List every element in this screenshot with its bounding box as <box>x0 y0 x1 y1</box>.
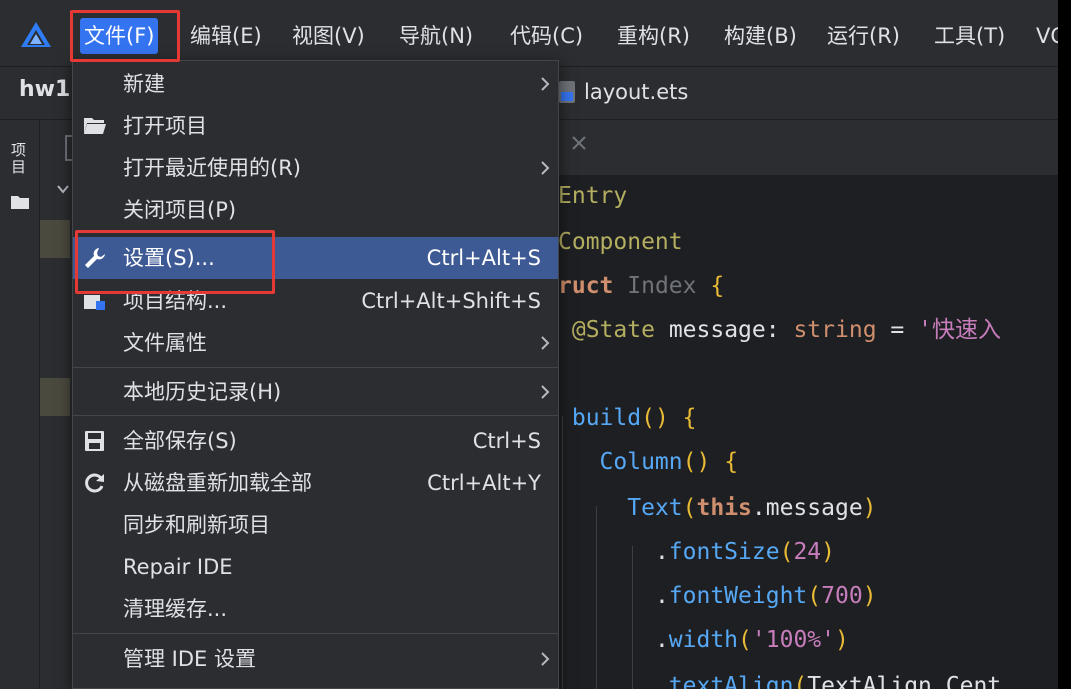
menu-file[interactable]: 文件(F) <box>80 18 159 54</box>
file-tab-label: layout.ets <box>584 80 689 104</box>
code-line: Column() { <box>599 449 739 475</box>
menu-item-close-project[interactable]: 关闭项目(P) <box>73 189 558 231</box>
menu-item-local-history[interactable]: 本地历史记录(H) <box>73 371 558 413</box>
menu-build[interactable]: 构建(B) <box>724 18 797 54</box>
menu-separator <box>73 415 558 416</box>
menu-item-project-structure[interactable]: 项目结构... Ctrl+Alt+Shift+S <box>73 280 558 322</box>
menu-vcs[interactable]: VC <box>1036 18 1058 54</box>
code-line: Text(this.message) <box>627 495 877 521</box>
menu-item-file-properties[interactable]: 文件属性 <box>73 322 558 364</box>
chevron-right-icon <box>541 385 550 399</box>
file-menu-dropdown: 新建 打开项目 打开最近使用的(R) 关闭项目(P) 设置(S)... Ctrl… <box>72 60 559 689</box>
project-name[interactable]: hw1 <box>19 77 70 102</box>
menu-item-label: Repair IDE <box>123 555 233 579</box>
menu-item-label: 本地历史记录(H) <box>123 380 282 404</box>
menu-item-open-recent[interactable]: 打开最近使用的(R) <box>73 147 558 189</box>
save-icon <box>85 431 104 451</box>
code-line: build() { <box>571 405 697 431</box>
code-line: Component <box>558 229 683 255</box>
code-line: .textAlign(TextAlign.Cent <box>654 673 1002 689</box>
project-structure-icon <box>84 295 105 310</box>
tree-row-highlight <box>40 378 70 416</box>
chevron-right-icon <box>541 336 550 350</box>
code-line: @State message: string = '快速入 <box>571 317 1001 343</box>
menu-item-shortcut: Ctrl+Alt+S <box>426 246 541 270</box>
menu-item-label: 打开项目 <box>123 114 207 138</box>
menu-item-shortcut: Ctrl+S <box>472 429 541 453</box>
menu-item-shortcut: Ctrl+Alt+Shift+S <box>361 289 541 313</box>
tool-window-strip: 项目 <box>0 120 40 689</box>
menu-navigate[interactable]: 导航(N) <box>399 18 473 54</box>
close-icon[interactable] <box>570 134 588 152</box>
menu-item-label: 打开最近使用的(R) <box>123 156 301 180</box>
menu-item-new[interactable]: 新建 <box>73 63 558 105</box>
ide-window: 文件(F) 编辑(E) 视图(V) 导航(N) 代码(C) 重构(R) 构建(B… <box>0 0 1058 689</box>
menu-item-sync-refresh[interactable]: 同步和刷新项目 <box>73 504 558 546</box>
menu-edit[interactable]: 编辑(E) <box>190 18 262 54</box>
code-line: ruct Index { <box>558 273 725 299</box>
breadcrumb-file[interactable]: layout.ets <box>558 75 688 109</box>
chevron-right-icon <box>541 77 550 91</box>
code-line: .width('100%') <box>654 627 849 653</box>
menu-item-open-project[interactable]: 打开项目 <box>73 105 558 147</box>
code-area[interactable]: Entry Component ruct Index { @State mess… <box>558 176 1058 689</box>
menu-item-save-all[interactable]: 全部保存(S) Ctrl+S <box>73 420 558 462</box>
code-line: .fontWeight(700) <box>654 583 877 609</box>
code-editor[interactable]: Entry Component ruct Index { @State mess… <box>558 120 1058 689</box>
menu-item-label: 关闭项目(P) <box>123 198 237 222</box>
menu-item-label: 项目结构... <box>123 289 228 313</box>
ets-file-icon <box>559 81 575 103</box>
menu-refactor[interactable]: 重构(R) <box>617 18 690 54</box>
menu-item-shortcut: Ctrl+Alt+Y <box>427 471 541 495</box>
menu-view[interactable]: 视图(V) <box>292 18 365 54</box>
menu-item-reload-all[interactable]: 从磁盘重新加载全部 Ctrl+Alt+Y <box>73 462 558 504</box>
wrench-icon <box>85 248 105 268</box>
menu-item-label: 文件属性 <box>123 331 207 355</box>
folder-open-icon <box>84 118 106 134</box>
menu-item-label: 从磁盘重新加载全部 <box>123 471 312 495</box>
folder-icon[interactable] <box>10 194 30 210</box>
menu-item-label: 全部保存(S) <box>123 429 237 453</box>
project-tool-label[interactable]: 项目 <box>11 142 29 176</box>
chevron-right-icon <box>541 161 550 175</box>
menu-separator <box>73 367 558 368</box>
menu-item-label: 清理缓存... <box>123 597 228 621</box>
menu-item-label: 新建 <box>123 72 165 96</box>
menu-item-label: 管理 IDE 设置 <box>123 647 256 671</box>
harmony-logo-icon[interactable] <box>20 21 52 49</box>
chevron-down-icon[interactable] <box>56 182 70 196</box>
menu-item-invalidate-caches[interactable]: 清理缓存... <box>73 588 558 630</box>
menu-item-label: 设置(S)... <box>123 246 215 270</box>
tree-row-highlight <box>40 220 70 258</box>
menu-separator <box>73 633 558 634</box>
editor-tab-bar <box>558 120 1058 176</box>
chevron-right-icon <box>541 652 550 666</box>
menu-item-repair-ide[interactable]: Repair IDE <box>73 546 558 588</box>
menu-item-label: 同步和刷新项目 <box>123 513 270 537</box>
menu-code[interactable]: 代码(C) <box>510 18 583 54</box>
code-line: .fontSize(24) <box>654 539 835 565</box>
reload-icon <box>85 473 104 493</box>
menu-run[interactable]: 运行(R) <box>827 18 900 54</box>
menu-item-manage-ide-settings[interactable]: 管理 IDE 设置 <box>73 638 558 680</box>
menu-item-settings[interactable]: 设置(S)... Ctrl+Alt+S <box>73 237 558 279</box>
menu-tools[interactable]: 工具(T) <box>934 18 1005 54</box>
menu-bar: 文件(F) 编辑(E) 视图(V) 导航(N) 代码(C) 重构(R) 构建(B… <box>0 0 1058 66</box>
code-line: Entry <box>558 183 628 209</box>
